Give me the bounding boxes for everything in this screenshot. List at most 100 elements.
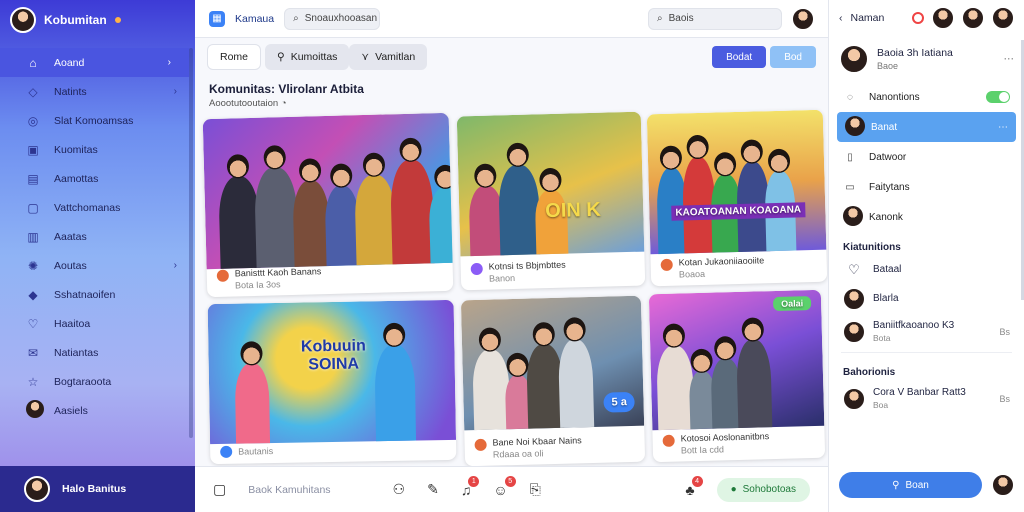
sidebar-item[interactable]: ✺ Aoutas › <box>0 251 195 280</box>
globe-icon: ✺ <box>27 258 39 273</box>
search-icon: ⌕ <box>657 13 663 24</box>
status-pill[interactable]: ● Sohobotoas <box>716 477 810 502</box>
sidebar-item[interactable]: ◇ Natints › <box>0 77 195 106</box>
sidebar-item-label: Aoand <box>54 56 85 69</box>
calendar-icon: ▤ <box>27 171 39 186</box>
friend-avatar[interactable] <box>962 7 984 29</box>
tabs-row: Rome ⚲ Kumoittas ⋎ Vamitlan Bodat Bod <box>195 38 828 76</box>
search-text: Baois <box>668 13 694 24</box>
menu-label: Banat <box>871 121 898 133</box>
status-dot <box>114 17 121 23</box>
sidebar-item[interactable]: Aasiels <box>0 396 195 425</box>
chevron-right-icon: › <box>173 86 177 97</box>
primary-button[interactable]: Bodat <box>712 46 767 68</box>
sidebar-item[interactable]: ✉ Natiantas <box>0 338 195 367</box>
right-menu-item[interactable]: ◌ Nanontions <box>829 82 1024 112</box>
avatar-icon <box>843 205 863 229</box>
community-card[interactable]: OIN K Kotnsi ts Bbjmbttes Banon <box>456 111 646 291</box>
profile-avatar[interactable] <box>792 7 814 30</box>
menu-label: Nanontions <box>869 91 920 103</box>
sidebar-item-label: Kuomitas <box>54 143 98 156</box>
sidebar-item-label: Aoutas <box>54 259 87 272</box>
bottom-bar: ▢ Baok Kamuhitans ⚇ ✎ ♫ 1 ☺ 5 ⎘ ♣ 4 ● Sohob… <box>195 466 828 512</box>
community-card[interactable]: Oalai Kotosoi Aoslonanitbns Bott Ia cdd <box>648 289 826 463</box>
search-icon: ◌ <box>847 91 853 103</box>
card-meta: Kotosoi Aoslonanitbns Bott Ia cdd <box>652 424 825 462</box>
community-card[interactable]: KAOATOANAN KOAOANA Kotan Jukaoniiaooiite… <box>646 109 828 287</box>
bell-icon[interactable]: ♫ 1 <box>461 475 480 498</box>
section-title: Komunitas: Vlirolanr Atbita <box>209 82 364 96</box>
card-image: 5 a <box>460 295 645 431</box>
contact-item[interactable]: Blarla <box>829 283 1024 315</box>
community-icon <box>474 438 487 452</box>
card-image <box>202 112 454 270</box>
app-name[interactable]: Kamaua <box>235 13 274 25</box>
global-search-input[interactable]: ⌕ Baois <box>648 7 782 30</box>
share-icon[interactable]: ⎘ <box>530 481 541 498</box>
sidebar-item[interactable]: ◎ Slat Komoamsas <box>0 106 195 135</box>
chat-icon[interactable]: ☺ 5 <box>493 475 516 498</box>
contact-item[interactable]: Cora V Banbar Ratt3 Boa Bs <box>829 382 1024 415</box>
check-icon: ● <box>730 484 737 495</box>
contact-item[interactable]: ♡ Bataal <box>829 257 1024 283</box>
tag-icon: ◇ <box>28 84 38 99</box>
sidebar-item[interactable]: ◆ Sshatnaoifen <box>0 280 195 309</box>
tab-home[interactable]: Rome <box>207 44 262 70</box>
secondary-button[interactable]: Bod <box>770 46 816 68</box>
person-icon: ⚲ <box>277 51 285 63</box>
sidebar-item[interactable]: ♡ Haaitoa <box>0 309 195 338</box>
profile-avatar <box>839 44 869 74</box>
right-menu-item[interactable]: ▭ Faitytans <box>829 172 1024 202</box>
more-icon[interactable]: ⋯ <box>1004 53 1015 65</box>
join-button[interactable]: ⚲ Boan <box>839 472 982 498</box>
more-icon[interactable]: ⋯ <box>998 122 1008 133</box>
profile-card[interactable]: Baoia 3h Iatiana Baoe ⋯ <box>829 36 1024 82</box>
sidebar-item-label: Sshatnaoifen <box>54 288 116 301</box>
sidebar-scrollbar[interactable] <box>189 48 193 438</box>
user-avatar[interactable] <box>10 7 36 33</box>
search-text: Snoauxhooasan <box>304 13 378 24</box>
sidebar-item[interactable]: ▢ Vattchomanas <box>0 193 195 222</box>
friend-avatar[interactable] <box>992 7 1014 29</box>
friend-avatar[interactable] <box>932 7 954 29</box>
sidebar-item[interactable]: ⌂ Aoand › <box>0 48 189 77</box>
record-icon[interactable] <box>912 12 924 24</box>
community-card[interactable]: Kobuuin SOINA Bautanis <box>207 299 457 465</box>
people-icon[interactable]: ⚇ <box>393 481 406 498</box>
app-logo-icon: ▦ <box>209 10 225 27</box>
menu-label: Datwoor <box>869 151 907 163</box>
self-avatar[interactable] <box>992 474 1014 496</box>
contact-item[interactable]: Baniitfkaoanoo K3 Bota Bs <box>829 315 1024 348</box>
search-input[interactable]: ⌕ Snoauxhooasan <box>284 7 381 30</box>
divider <box>841 352 1012 353</box>
profile-sub: Baoe <box>877 61 899 71</box>
community-card[interactable]: 5 a Bane Noi Kbaar Nains Rdaaa oa oli <box>460 295 646 467</box>
contact-name: Bataal <box>873 263 902 275</box>
sidebar-item[interactable]: ▥ Aaatas <box>0 222 195 251</box>
right-menu-item[interactable]: ▯ Datwoor <box>829 142 1024 172</box>
doc-icon[interactable]: ▢ <box>213 481 226 498</box>
composer-input[interactable]: Baok Kamuhitans <box>248 484 330 496</box>
card-meta: Bautanis <box>210 435 456 464</box>
community-card[interactable]: Banisttt Kaoh Banans Bota Ia 3os <box>202 112 454 298</box>
notifications-toggle[interactable] <box>986 91 1010 103</box>
sidebar-item[interactable]: ▤ Aamottas <box>0 164 195 193</box>
tab-community[interactable]: ⚲ Kumoittas <box>265 44 350 70</box>
card-image: Kobuuin SOINA <box>207 299 457 445</box>
sidebar-item[interactable]: ▣ Kuomitas <box>0 135 195 164</box>
right-menu-item[interactable]: Banat ⋯ <box>837 112 1016 142</box>
doc-icon: ▯ <box>847 151 853 163</box>
pin-icon[interactable]: ✎ <box>427 481 439 498</box>
right-menu-item[interactable]: Kanonk <box>829 202 1024 232</box>
contact-sub: Boa <box>873 400 889 410</box>
contact-name: Blarla <box>873 292 899 304</box>
sidebar-footer[interactable]: Halo Banitus <box>0 466 195 512</box>
gift-icon[interactable]: ♣ 4 <box>685 475 703 498</box>
chat-icon: ▭ <box>845 181 855 193</box>
sidebar-menu: ⌂ Aoand › ◇ Natints › ◎ Slat Komoamsas ▣ Kuomitas… <box>0 40 195 425</box>
tab-video[interactable]: ⋎ Vamitlan <box>349 44 428 70</box>
sidebar-item[interactable]: ☆ Bogtaraoota <box>0 367 195 396</box>
contact-avatar <box>843 320 865 343</box>
sidebar-item-label: Aasiels <box>54 404 88 417</box>
back-icon[interactable]: ‹ <box>839 12 843 24</box>
